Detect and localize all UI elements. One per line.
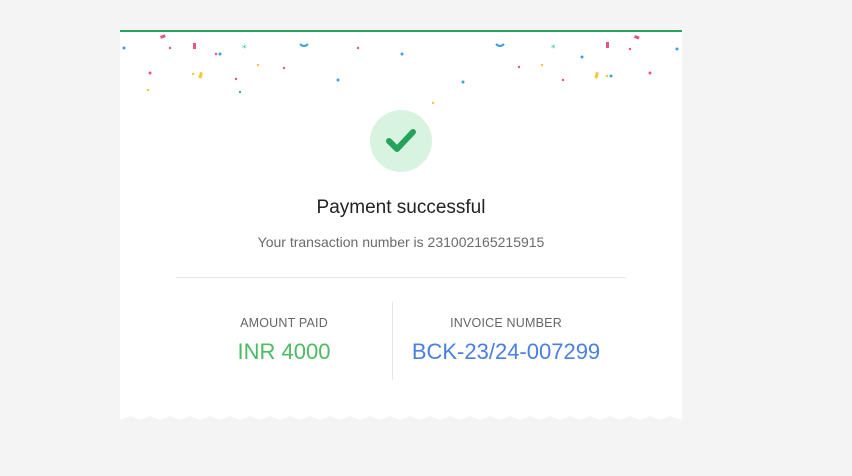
- payment-status-title: Payment successful: [316, 197, 486, 218]
- svg-text:*: *: [551, 44, 556, 54]
- invoice-number-section: INVOICE NUMBER BCK-23/24-007299: [393, 316, 619, 365]
- confetti-decoration: * *: [122, 34, 679, 105]
- transaction-number-text: Your transaction number is 2310021652159…: [257, 234, 545, 250]
- invoice-number-value[interactable]: BCK-23/24-007299: [393, 339, 619, 365]
- horizontal-divider: [176, 277, 626, 278]
- amount-paid-label: AMOUNT PAID: [240, 316, 328, 330]
- amount-paid-section: AMOUNT PAID INR 4000: [176, 316, 392, 365]
- receipt-torn-edge: [120, 416, 682, 428]
- check-icon: [386, 129, 416, 152]
- amount-paid-value: INR 4000: [237, 339, 331, 364]
- success-badge: [370, 110, 432, 172]
- svg-text:*: *: [242, 44, 247, 54]
- payment-success-card: * * Payment successful Your transaction …: [120, 30, 682, 428]
- invoice-number-label: INVOICE NUMBER: [450, 316, 562, 330]
